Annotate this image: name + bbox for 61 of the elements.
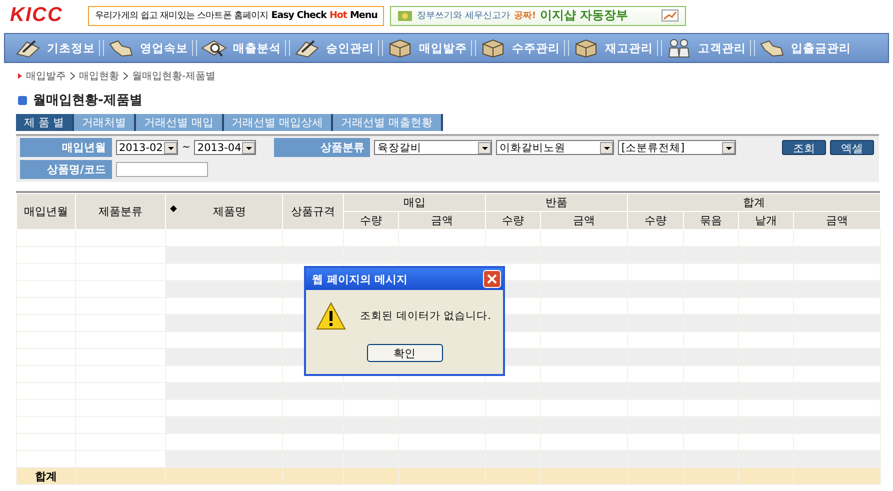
pen-icon: [15, 38, 41, 58]
page-title: 월매입현황-제품별: [33, 92, 142, 109]
column-header: 상품규격: [282, 194, 344, 230]
banner-brand: Hot: [329, 10, 347, 21]
breadcrumb-item: 월매입현황-제품별: [132, 70, 216, 83]
banner[interactable]: 장부쓰기와 세무신고가 공짜! 이지샵 자동장부: [390, 6, 686, 26]
column-header: 수량: [628, 212, 684, 230]
column-group-header: 반품: [486, 194, 628, 212]
tab[interactable]: 제 품 별: [16, 114, 74, 131]
banner[interactable]: 우리가게의 쉽고 재미있는 스마트폰 홈페이지 Easy Check Hot Menu: [88, 6, 384, 26]
close-icon: [487, 274, 497, 284]
box-icon: [480, 38, 506, 58]
column-header: 제품분류: [76, 194, 166, 230]
chevron-icon: [70, 72, 75, 80]
column-header: 낱개: [738, 212, 794, 230]
column-header: 수량: [486, 212, 540, 230]
dropdown[interactable]: 이화갈비노원: [496, 140, 614, 155]
box-icon: [387, 38, 413, 58]
sort-icon[interactable]: ◆: [170, 204, 177, 214]
banner-brand: Menu: [350, 10, 378, 21]
chart-icon: [661, 8, 679, 22]
bullet-icon: [18, 73, 22, 79]
dropdown[interactable]: [소분류전체]: [618, 140, 736, 155]
separator-text: ~: [182, 142, 190, 153]
chevron-icon: [123, 72, 128, 80]
dropdown[interactable]: 2013-04: [194, 140, 256, 155]
banner-brand: Easy Check: [271, 10, 326, 21]
column-header: 묶음: [684, 212, 738, 230]
pen-icon: [294, 38, 320, 58]
column-group-header: 합계: [628, 194, 880, 212]
breadcrumb-item[interactable]: 매입발주: [26, 69, 66, 83]
ok-button[interactable]: 확인: [366, 344, 442, 362]
logo: KICC: [10, 4, 64, 27]
dialog-title: 웹 페이지의 메시지: [312, 272, 408, 286]
banner-text: 우리가게의 쉽고 재미있는 스마트폰 홈페이지: [95, 10, 268, 22]
total-label: 합계: [16, 468, 76, 484]
column-header: 금액: [794, 212, 880, 230]
dropdown[interactable]: 육장갈비: [374, 140, 492, 155]
warning-icon: [316, 302, 346, 330]
column-header: ◆ 제품명: [166, 194, 282, 230]
people-icon: [666, 38, 692, 58]
input-field[interactable]: [116, 162, 208, 177]
column-header: 수량: [344, 212, 398, 230]
column-group-header: 매입: [344, 194, 486, 212]
field-label: 매입년월: [20, 138, 112, 157]
dropdown[interactable]: 2013-02: [116, 140, 178, 155]
magnifier-icon: [201, 38, 227, 58]
field-label: 상품분류: [274, 138, 370, 157]
banner-text: 공짜!: [514, 10, 536, 22]
close-button[interactable]: [483, 270, 501, 288]
action-button[interactable]: 엑셀: [830, 140, 874, 155]
column-header: 금액: [398, 212, 486, 230]
column-header: 매입년월: [16, 194, 76, 230]
banner-text: 장부쓰기와 세무신고가: [417, 10, 510, 22]
banner-title: 이지샵 자동장부: [540, 7, 628, 24]
field-label: 상품명/코드: [20, 160, 112, 179]
action-button[interactable]: 조회: [782, 140, 826, 155]
dialog-message: 조회된 데이터가 없습니다.: [360, 309, 492, 323]
breadcrumb-item[interactable]: 매입현황: [79, 69, 119, 83]
box-icon: [573, 38, 599, 58]
column-header: 금액: [540, 212, 628, 230]
